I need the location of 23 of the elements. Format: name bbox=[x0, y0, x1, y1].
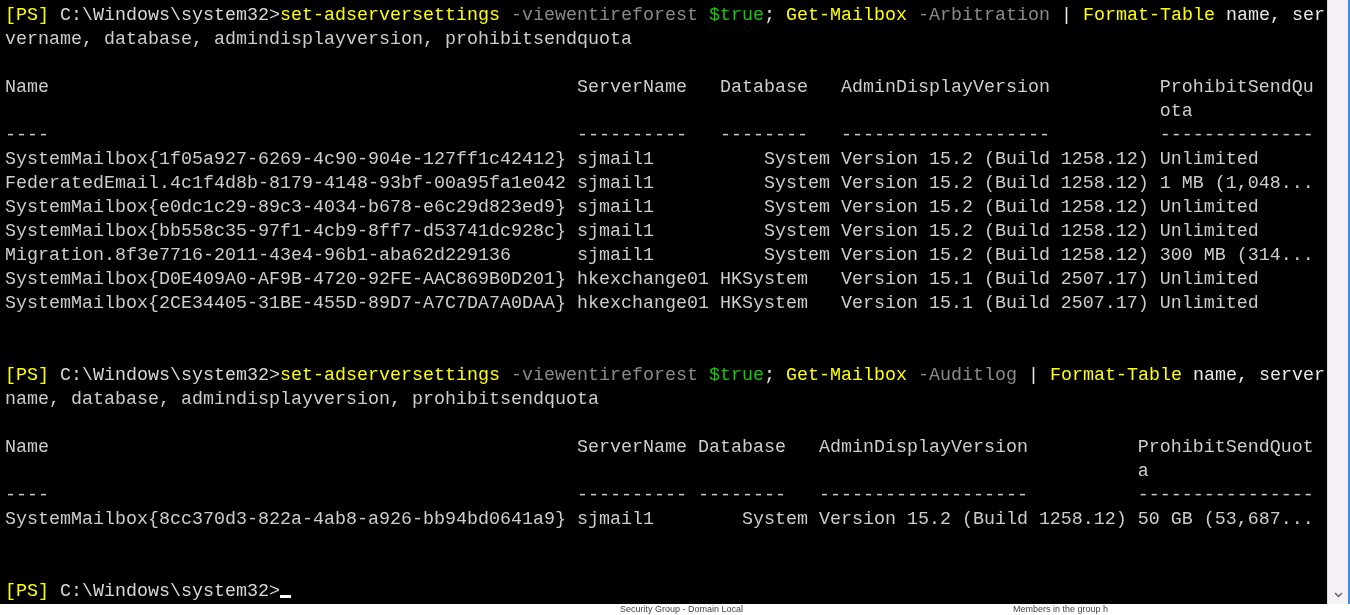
output-line: a bbox=[1136, 460, 1149, 484]
output-line: ota bbox=[1158, 100, 1193, 124]
output-line: vername, database, admindisplayversion, prohibitsendquota bbox=[5, 28, 632, 52]
output-line: ---- ---------- -------- ------------------- ---------------- bbox=[5, 484, 1314, 508]
output-line: SystemMailbox{bb558c35-97f1-4cb9-8ff7-d53741dc928c} sjmail1 System Version 15.2 (Build 1258.12) Unlimited bbox=[5, 220, 1259, 244]
command-line: [PS] C:\Windows\system32>set-adserversettings -viewentireforest $true; Get-Mailbox -Arbitration | Format-Table name, ser bbox=[5, 4, 1325, 28]
background-text: Security Group - Domain Local bbox=[620, 604, 744, 615]
background-text: Members in the group h bbox=[1013, 604, 1109, 615]
output-line: Name ServerName Database AdminDisplayVersion ProhibitSendQuot bbox=[5, 436, 1314, 460]
output-line: SystemMailbox{2CE34405-31BE-455D-89D7-A7C7DA7A0DAA} hkexchange01 HKSystem Version 15.1 (Build 2507.17) Unlimited bbox=[5, 292, 1259, 316]
command-line: [PS] C:\Windows\system32>set-adserversettings -viewentireforest $true; Get-Mailbox -Auditlog | Format-Table name, server bbox=[5, 364, 1325, 388]
scroll-down-icon[interactable] bbox=[1333, 592, 1343, 598]
command-line: [PS] C:\Windows\system32> bbox=[5, 580, 291, 604]
vertical-scrollbar[interactable] bbox=[1327, 0, 1350, 604]
output-line: SystemMailbox{1f05a927-6269-4c90-904e-127ff1c42412} sjmail1 System Version 15.2 (Build 1258.12) Unlimited bbox=[5, 148, 1259, 172]
output-line: Name ServerName Database AdminDisplayVersion ProhibitSendQu bbox=[5, 76, 1314, 100]
output-line: FederatedEmail.4c1f4d8b-8179-4148-93bf-00a95fa1e042 sjmail1 System Version 15.2 (Build 1258.12) 1 MB (1,048... bbox=[5, 172, 1314, 196]
output-line: SystemMailbox{D0E409A0-AF9B-4720-92FE-AAC869B0D201} hkexchange01 HKSystem Version 15.1 (Build 2507.17) Unlimited bbox=[5, 268, 1259, 292]
output-line: ---- ---------- -------- ------------------- -------------- bbox=[5, 124, 1314, 148]
output-line: name, database, admindisplayversion, prohibitsendquota bbox=[5, 388, 599, 412]
output-line: SystemMailbox{e0dc1c29-89c3-4034-b678-e6c29d823ed9} sjmail1 System Version 15.2 (Build 1258.12) Unlimited bbox=[5, 196, 1259, 220]
output-line: Migration.8f3e7716-2011-43e4-96b1-aba62d229136 sjmail1 System Version 15.2 (Build 1258.12) 300 MB (314... bbox=[5, 244, 1314, 268]
output-line: SystemMailbox{8cc370d3-822a-4ab8-a926-bb94bd0641a9} sjmail1 System Version 15.2 (Build 1258.12) 50 GB (53,687... bbox=[5, 508, 1314, 532]
